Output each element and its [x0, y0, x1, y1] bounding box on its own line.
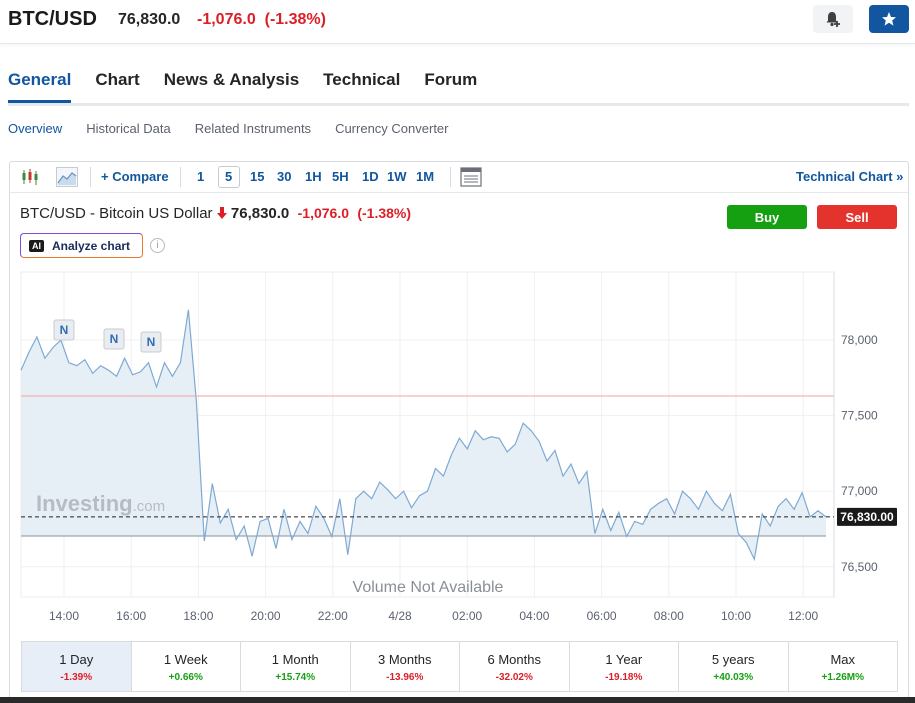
- period-tab-6[interactable]: 5 years +40.03%: [679, 642, 789, 691]
- period-label: 5 years: [711, 652, 755, 667]
- tab-technical[interactable]: Technical: [323, 70, 400, 103]
- tab-chart[interactable]: Chart: [95, 70, 139, 103]
- add-alert-button[interactable]: [813, 5, 853, 33]
- period-change: +1.26M%: [821, 672, 865, 683]
- watchlist-button[interactable]: [869, 5, 909, 33]
- last-price: 76,830.0: [118, 11, 181, 28]
- x-tick-label: 22:00: [318, 609, 348, 623]
- tabs-divider: [8, 103, 909, 106]
- x-tick-label: 4/28: [388, 609, 412, 623]
- period-tab-0[interactable]: 1 Day -1.39%: [22, 642, 132, 691]
- period-label: 1 Year: [605, 652, 643, 667]
- period-change: -13.96%: [386, 672, 424, 683]
- tab-general[interactable]: General: [8, 70, 72, 103]
- x-tick-label: 10:00: [721, 609, 751, 623]
- tab-forum[interactable]: Forum: [424, 70, 477, 103]
- period-change: +40.03%: [713, 672, 754, 683]
- period-label: 1 Month: [271, 652, 319, 667]
- x-tick-label: 06:00: [587, 609, 617, 623]
- x-tick-label: 02:00: [452, 609, 482, 623]
- price-chart[interactable]: 14:00 16:00 18:00 20:00 22:00 4/28 02:00 04:00 0…: [10, 162, 908, 637]
- period-change: +15.74%: [275, 672, 316, 683]
- symbol-title: BTC/USD: [8, 8, 97, 30]
- price-change: -1,076.0 (-1.38%): [197, 11, 326, 29]
- window-bottom-edge: [0, 697, 915, 703]
- x-tick-label: 08:00: [654, 609, 684, 623]
- subnav-historical-data[interactable]: Historical Data: [86, 121, 171, 136]
- sub-navigation: Overview Historical Data Related Instrum…: [8, 121, 449, 136]
- period-change: +0.66%: [168, 672, 203, 683]
- price-change-pct: (-1.38%): [264, 11, 326, 28]
- y-tick-label: 78,000: [841, 333, 878, 347]
- quote-header: BTC/USD 76,830.0 -1,076.0 (-1.38%): [0, 0, 915, 44]
- period-tab-3[interactable]: 3 Months -13.96%: [351, 642, 460, 691]
- period-label: Max: [830, 652, 856, 667]
- volume-note: Volume Not Available: [353, 579, 504, 596]
- x-tick-label: 04:00: [519, 609, 549, 623]
- y-tick-label: 77,000: [841, 484, 878, 498]
- period-change: -32.02%: [495, 672, 533, 683]
- price-change-value: -1,076.0: [197, 11, 256, 28]
- period-change: -1.39%: [60, 672, 93, 683]
- performance-periods: 1 Day -1.39% 1 Week +0.66% 1 Month +15.74% 3 M…: [21, 641, 898, 692]
- period-tab-7[interactable]: Max +1.26M%: [789, 642, 898, 691]
- main-tabs: General Chart News & Analysis Technical …: [8, 70, 477, 103]
- bell-plus-icon: [826, 12, 840, 27]
- news-marker-label: N: [147, 335, 156, 349]
- period-tab-2[interactable]: 1 Month +15.74%: [241, 642, 351, 691]
- period-tab-5[interactable]: 1 Year -19.18%: [570, 642, 679, 691]
- period-label: 1 Day: [59, 652, 94, 667]
- x-tick-label: 18:00: [183, 609, 213, 623]
- star-icon: [882, 12, 896, 26]
- subnav-currency-converter[interactable]: Currency Converter: [335, 121, 448, 136]
- tab-news-analysis[interactable]: News & Analysis: [164, 70, 299, 103]
- x-tick-label: 16:00: [116, 609, 146, 623]
- subnav-related-instruments[interactable]: Related Instruments: [195, 121, 311, 136]
- x-tick-label: 12:00: [788, 609, 818, 623]
- chart-panel: + Compare 1 5 15 30 1H 5H 1D 1W 1M Techn…: [9, 161, 909, 703]
- period-tab-4[interactable]: 6 Months -32.02%: [460, 642, 570, 691]
- subnav-overview[interactable]: Overview: [8, 121, 62, 136]
- period-label: 1 Week: [163, 652, 208, 667]
- current-price-label: 76,830.00: [840, 510, 894, 524]
- period-tab-1[interactable]: 1 Week +0.66%: [132, 642, 241, 691]
- period-label: 6 Months: [487, 652, 541, 667]
- y-tick-label: 76,500: [841, 560, 878, 574]
- news-marker-label: N: [110, 332, 119, 346]
- news-marker-label: N: [60, 323, 69, 337]
- period-label: 3 Months: [378, 652, 432, 667]
- period-change: -19.18%: [605, 672, 643, 683]
- x-tick-label: 14:00: [49, 609, 79, 623]
- y-tick-label: 77,500: [841, 409, 878, 423]
- x-tick-label: 20:00: [251, 609, 281, 623]
